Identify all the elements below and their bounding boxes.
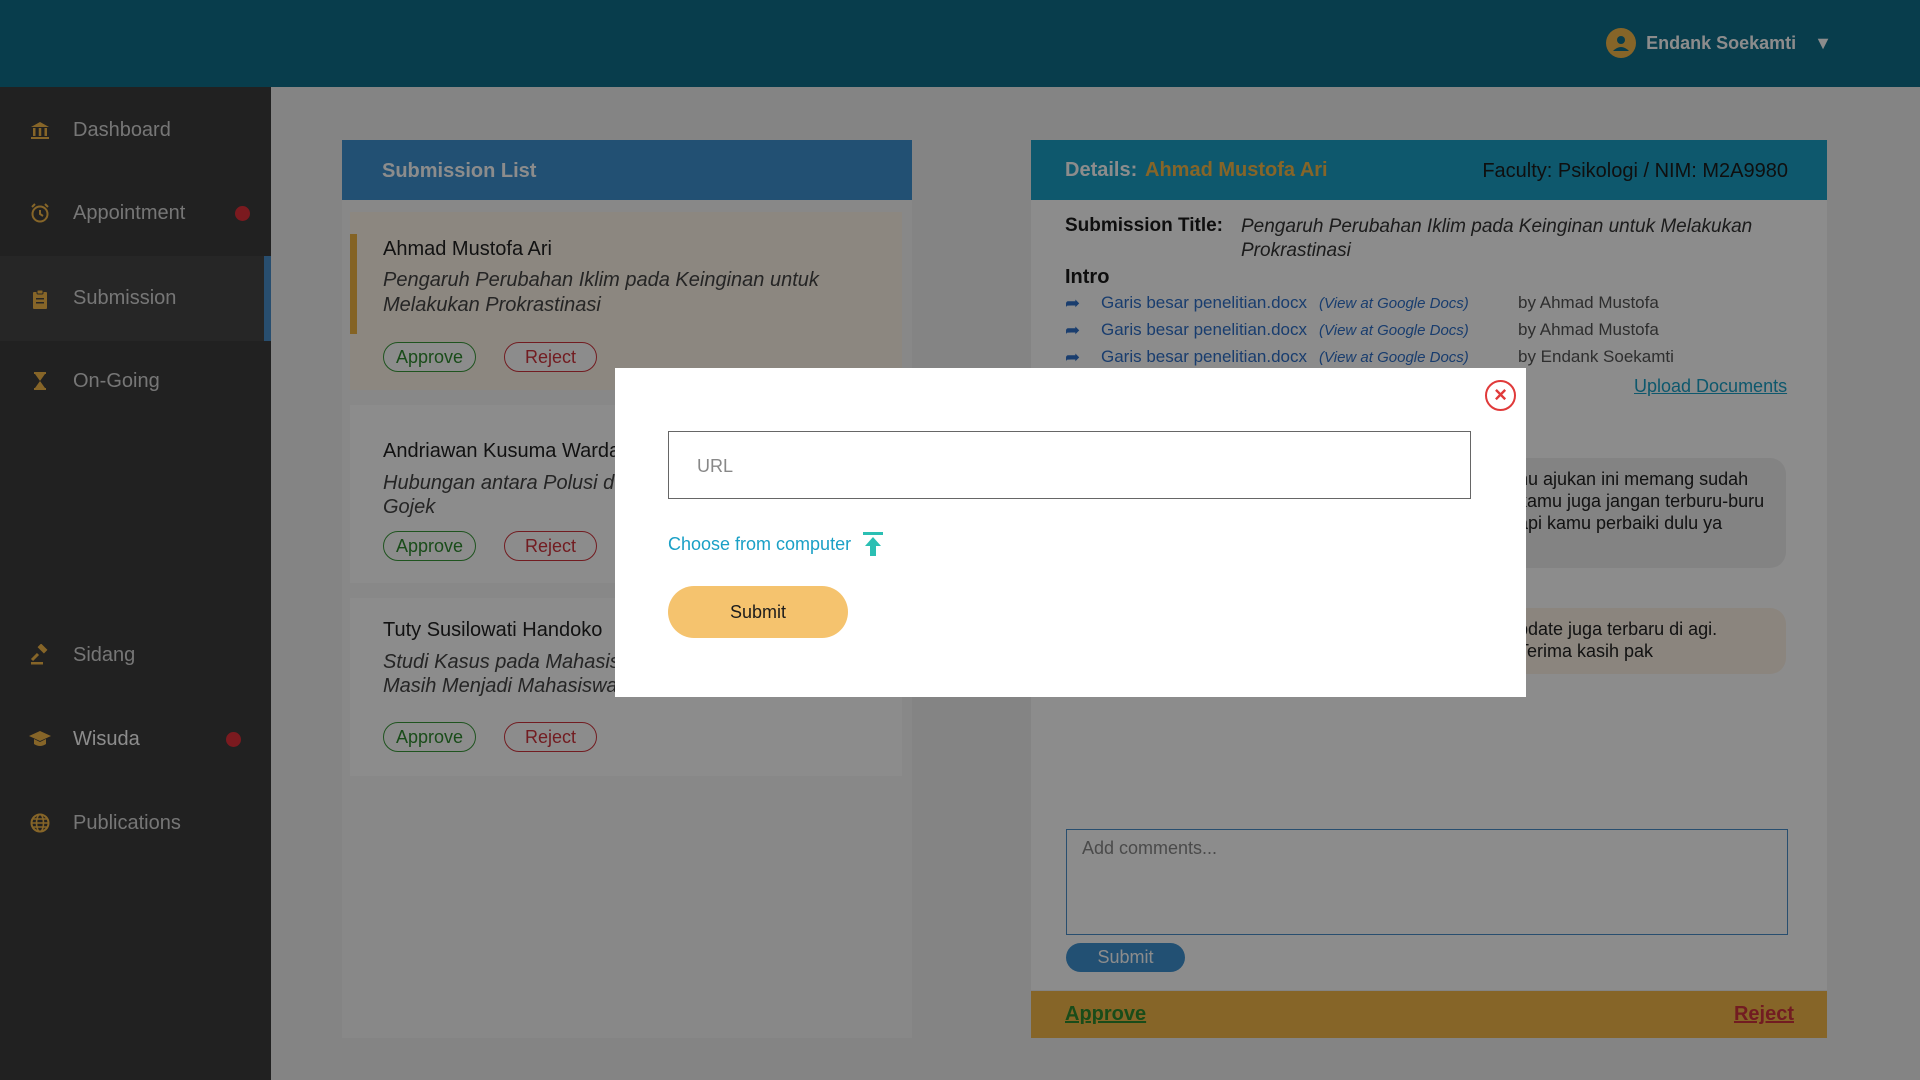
url-input[interactable]: URL: [668, 431, 1471, 499]
choose-from-computer-label: Choose from computer: [668, 533, 852, 554]
close-icon[interactable]: ×: [1485, 380, 1516, 411]
upload-modal: × URL Choose from computer Submit: [615, 368, 1526, 697]
choose-from-computer[interactable]: Choose from computer: [668, 531, 885, 557]
modal-submit-button[interactable]: Submit: [668, 586, 848, 638]
upload-icon: [861, 531, 885, 557]
